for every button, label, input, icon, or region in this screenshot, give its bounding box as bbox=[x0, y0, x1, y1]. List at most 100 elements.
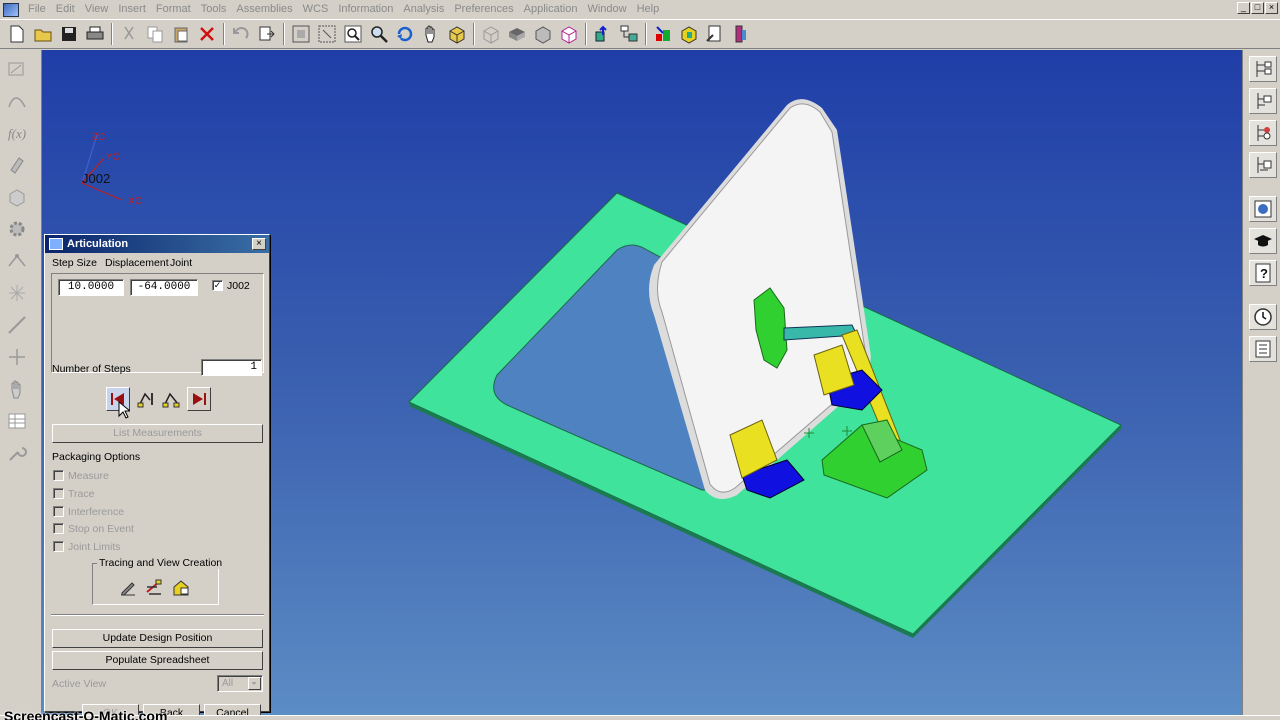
gear-feature-button[interactable] bbox=[3, 216, 31, 242]
menu-file[interactable]: File bbox=[23, 0, 51, 19]
assembly-tool-1-button[interactable] bbox=[590, 21, 616, 47]
view-cube-button[interactable] bbox=[556, 21, 582, 47]
curve-button[interactable] bbox=[3, 88, 31, 114]
table-tool-button[interactable] bbox=[3, 408, 31, 434]
mesh-button[interactable] bbox=[3, 280, 31, 306]
extrude-icon bbox=[10, 157, 24, 174]
menu-view[interactable]: View bbox=[80, 0, 114, 19]
sketch-button[interactable] bbox=[3, 56, 31, 82]
pan-hand-icon bbox=[425, 25, 435, 43]
shade-style-button[interactable] bbox=[530, 21, 556, 47]
svg-text:f(x): f(x) bbox=[8, 126, 26, 141]
delete-button[interactable] bbox=[194, 21, 220, 47]
fit-button[interactable] bbox=[288, 21, 314, 47]
feature-button[interactable] bbox=[3, 184, 31, 210]
expression-button[interactable]: f(x) bbox=[3, 120, 31, 146]
active-view-dropdown-arrow[interactable] bbox=[248, 677, 261, 690]
menu-analysis[interactable]: Analysis bbox=[398, 0, 449, 19]
wrench-tool-button[interactable] bbox=[3, 440, 31, 466]
maximize-button[interactable]: □ bbox=[1251, 2, 1264, 14]
packaging-options-label: Packaging Options bbox=[52, 451, 141, 463]
resource-constraint-nav-tab[interactable] bbox=[1249, 120, 1277, 146]
populate-spreadsheet-button[interactable]: Populate Spreadsheet bbox=[52, 651, 263, 670]
save-button[interactable] bbox=[56, 21, 82, 47]
resource-part-nav-tab[interactable] bbox=[1249, 88, 1277, 114]
step-forward-button[interactable] bbox=[187, 387, 211, 411]
triad-yc-label: YC bbox=[106, 152, 120, 163]
menu-wcs[interactable]: WCS bbox=[298, 0, 334, 19]
motion-tool-3-button[interactable] bbox=[702, 21, 728, 47]
view-orient-button[interactable] bbox=[478, 21, 504, 47]
clock-icon bbox=[1254, 308, 1272, 326]
resource-help-tab[interactable]: ? bbox=[1249, 260, 1277, 286]
resource-training-tab[interactable] bbox=[1249, 228, 1277, 254]
feature-icon bbox=[9, 189, 25, 207]
render-style-button[interactable] bbox=[504, 21, 530, 47]
point-tool-button[interactable] bbox=[3, 344, 31, 370]
number-of-steps-input[interactable]: 1 bbox=[201, 359, 262, 376]
menu-application[interactable]: Application bbox=[519, 0, 583, 19]
mesh-icon bbox=[9, 285, 25, 301]
cut-button[interactable] bbox=[116, 21, 142, 47]
minimize-button[interactable]: _ bbox=[1237, 2, 1250, 14]
create-view-button[interactable] bbox=[169, 575, 193, 599]
open-file-button[interactable] bbox=[30, 21, 56, 47]
trace-checkbox[interactable] bbox=[53, 488, 64, 499]
hand-tool-button[interactable] bbox=[3, 376, 31, 402]
interference-checkbox[interactable] bbox=[53, 506, 64, 517]
menu-information[interactable]: Information bbox=[333, 0, 398, 19]
analysis-button[interactable] bbox=[3, 248, 31, 274]
motion-tool-1-button[interactable] bbox=[650, 21, 676, 47]
toolbar-separator bbox=[283, 23, 285, 45]
joint-checkbox[interactable]: ✓ bbox=[212, 280, 223, 291]
repeat-command-icon bbox=[259, 26, 275, 41]
print-button[interactable] bbox=[82, 21, 108, 47]
measure-checkbox[interactable] bbox=[53, 470, 64, 481]
shaded-view-button[interactable] bbox=[444, 21, 470, 47]
motion-tool-4-button[interactable] bbox=[728, 21, 754, 47]
list-measurements-button[interactable]: List Measurements bbox=[52, 424, 263, 443]
menu-insert[interactable]: Insert bbox=[113, 0, 151, 19]
assembly-tree-icon bbox=[620, 25, 638, 42]
animate-button[interactable] bbox=[159, 387, 183, 411]
magnify-button[interactable] bbox=[366, 21, 392, 47]
menu-window[interactable]: Window bbox=[582, 0, 631, 19]
extrude-button[interactable] bbox=[3, 152, 31, 178]
motion-tool-2-button[interactable] bbox=[676, 21, 702, 47]
rotate-button[interactable] bbox=[392, 21, 418, 47]
resource-system-materials-tab[interactable] bbox=[1249, 336, 1277, 362]
joint-limits-checkbox[interactable] bbox=[53, 541, 64, 552]
displacement-input[interactable]: -64.0000 bbox=[130, 279, 198, 296]
menu-assemblies[interactable]: Assemblies bbox=[231, 0, 297, 19]
new-file-button[interactable] bbox=[4, 21, 30, 47]
menu-edit[interactable]: Edit bbox=[51, 0, 80, 19]
paste-icon bbox=[174, 27, 188, 43]
dialog-close-button[interactable]: × bbox=[252, 238, 266, 250]
resource-assembly-nav-tab[interactable] bbox=[1249, 56, 1277, 82]
menu-preferences[interactable]: Preferences bbox=[449, 0, 518, 19]
resource-history-tab[interactable] bbox=[1249, 304, 1277, 330]
trace-tool-button[interactable] bbox=[116, 575, 140, 599]
undo-button[interactable] bbox=[228, 21, 254, 47]
paste-button[interactable] bbox=[168, 21, 194, 47]
dialog-title-bar: Articulation bbox=[45, 235, 269, 253]
close-window-button[interactable]: × bbox=[1265, 2, 1278, 14]
resource-web-browser-tab[interactable] bbox=[1249, 196, 1277, 222]
line-tool-button[interactable] bbox=[3, 312, 31, 338]
copy-button[interactable] bbox=[142, 21, 168, 47]
stop-on-event-checkbox[interactable] bbox=[53, 523, 64, 534]
step-size-input[interactable]: 10.0000 bbox=[58, 279, 124, 296]
trace-sweep-button[interactable] bbox=[142, 575, 166, 599]
menu-tools[interactable]: Tools bbox=[196, 0, 232, 19]
single-step-button[interactable] bbox=[134, 387, 158, 411]
repeat-command-button[interactable] bbox=[254, 21, 280, 47]
animate-arm-icon bbox=[162, 392, 180, 408]
assembly-tool-2-button[interactable] bbox=[616, 21, 642, 47]
menu-format[interactable]: Format bbox=[151, 0, 196, 19]
update-design-position-button[interactable]: Update Design Position bbox=[52, 629, 263, 648]
zoom-button[interactable] bbox=[340, 21, 366, 47]
menu-help[interactable]: Help bbox=[632, 0, 665, 19]
zoom-window-button[interactable] bbox=[314, 21, 340, 47]
pan-button[interactable] bbox=[418, 21, 444, 47]
resource-motion-nav-tab[interactable] bbox=[1249, 152, 1277, 178]
